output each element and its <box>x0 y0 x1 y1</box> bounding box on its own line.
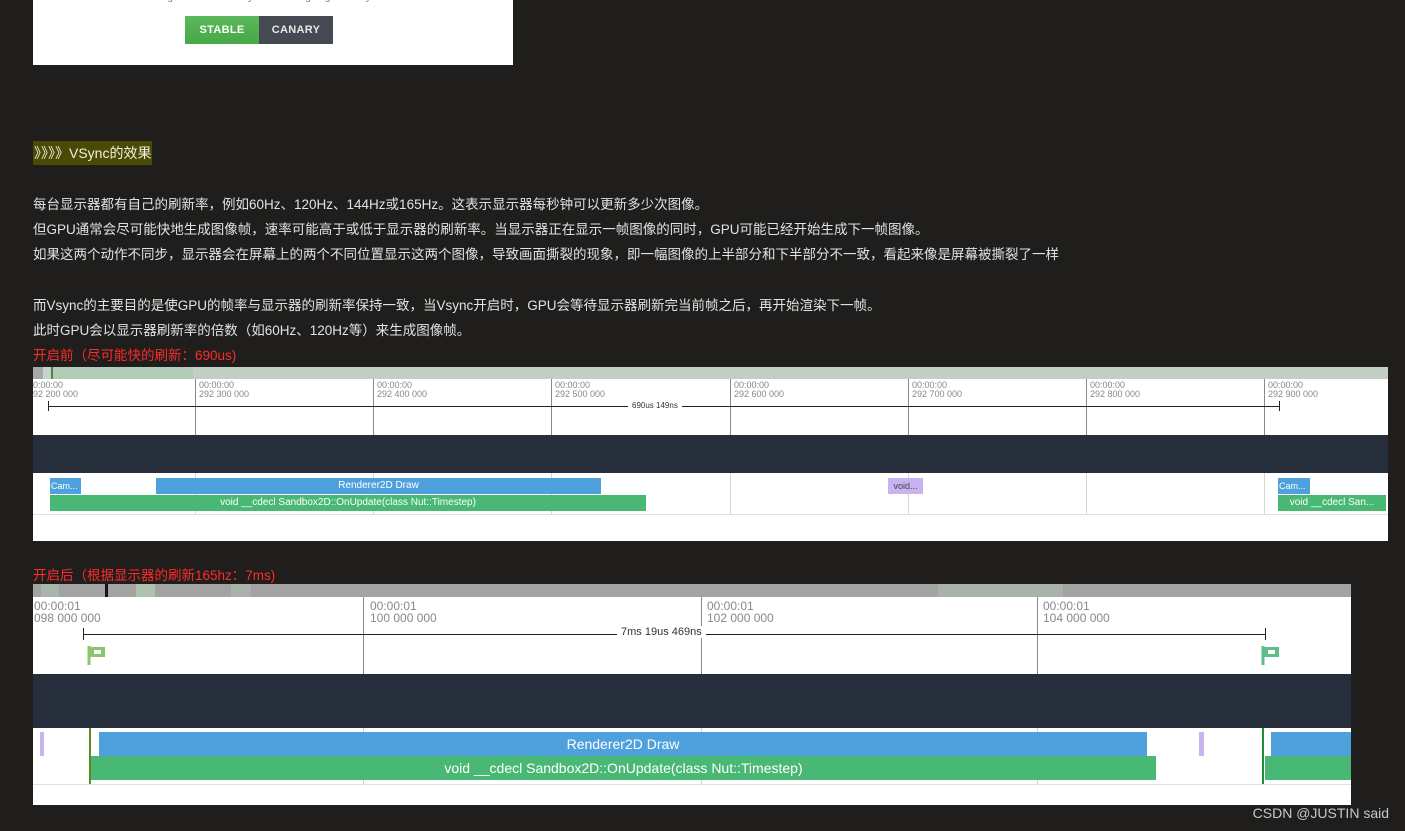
tick-label: 00:00:00 292 300 000 <box>199 380 250 399</box>
event-camera[interactable]: Cam... <box>50 478 81 494</box>
card-subtitle: Feeling adventurous? Try our bleeding ed… <box>33 0 513 3</box>
paragraph-4: 而Vsync的主要目的是使GPU的帧率与显示器的刷新率保持一致，当Vsync开启… <box>33 298 881 313</box>
tick-label: 00:00:00 292 800 000 <box>1090 380 1141 399</box>
paragraph-2: 但GPU通常会尽可能快地生成图像帧，速率可能高于或低于显示器的刷新率。当显示器正… <box>33 222 929 237</box>
tick-label: 00:00:01 100 000 000 <box>370 599 437 625</box>
watermark: CSDN @JUSTIN said <box>1252 805 1389 821</box>
paragraph-1: 每台显示器都有自己的刷新率，例如60Hz、120Hz、144Hz或165Hz。这… <box>33 197 709 212</box>
event-onupdate[interactable]: void __cdecl Sandbox2D::OnUpdate(class N… <box>91 756 1156 780</box>
after-caption: 开启后（根据显示器的刷新165hz：7ms) <box>33 568 276 583</box>
event-onupdate[interactable] <box>1265 756 1351 780</box>
measure-duration: 690us 149ns <box>628 401 682 410</box>
thread-header <box>33 674 1351 728</box>
event-onupdate[interactable]: void __cdecl San... <box>1278 495 1386 511</box>
tick-label: 00:00:01 098 000 000 <box>34 599 101 625</box>
tick-label: 00:00:00 292 500 000 <box>555 380 606 399</box>
event-renderer2d-draw[interactable] <box>1271 732 1351 756</box>
tick-label: 00:00:00 292 400 000 <box>377 380 428 399</box>
event-onupdate[interactable]: void __cdecl Sandbox2D::OnUpdate(class N… <box>50 495 646 511</box>
timeline-minimap[interactable] <box>33 584 1351 597</box>
paragraph-3: 如果这两个动作不同步，显示器会在屏幕上的两个不同位置显示这两个图像，导致画面撕裂… <box>33 247 1059 262</box>
event-void[interactable]: void... <box>888 478 923 494</box>
measure-start-cap <box>48 401 49 411</box>
before-caption: 开启前（尽可能快的刷新：690us) <box>33 348 237 363</box>
tick-label: 00:00:00292 200 000 <box>33 380 79 399</box>
measure-start-cap <box>83 628 84 640</box>
download-card: Feeling adventurous? Try our bleeding ed… <box>33 0 513 65</box>
timeline-minimap[interactable] <box>33 367 1388 379</box>
event-void-marker[interactable] <box>40 732 44 756</box>
tick-label: 00:00:01 102 000 000 <box>707 599 774 625</box>
measure-end-cap <box>1265 628 1266 640</box>
stable-button[interactable]: STABLE <box>185 16 259 44</box>
tick-label: 00:00:00 292 700 000 <box>912 380 963 399</box>
section-heading: 》》》》VSync的效果 <box>33 141 153 165</box>
event-void-marker[interactable] <box>1199 732 1204 756</box>
thread-header <box>33 435 1388 473</box>
measure-duration: 7ms 19us 469ns <box>617 626 706 638</box>
tick-label: 00:00:00 292 600 000 <box>734 380 785 399</box>
event-renderer2d-draw[interactable]: Renderer2D Draw <box>156 478 601 494</box>
profiler-before: 00:00:00292 200 000 00:00:00292 300 000 … <box>33 367 1388 541</box>
paragraph-5: 此时GPU会以显示器刷新率的倍数（如60Hz、120Hz等）来生成图像帧。 <box>33 323 471 338</box>
canary-button[interactable]: CANARY <box>259 16 333 44</box>
tick-label: 00:00:01 104 000 000 <box>1043 599 1110 625</box>
frame-boundary <box>1262 728 1264 785</box>
vsync-flag-icon[interactable] <box>1260 644 1282 666</box>
event-camera[interactable]: Cam... <box>1278 478 1310 494</box>
tick-label: 00:00:00 292 900 000 <box>1268 380 1319 399</box>
vsync-flag-icon[interactable] <box>86 644 108 666</box>
profiler-after: 00:00:01 098 000 000 00:00:01 100 000 000 … <box>33 584 1351 805</box>
measure-end-cap <box>1279 401 1280 411</box>
event-renderer2d-draw[interactable]: Renderer2D Draw <box>99 732 1147 756</box>
